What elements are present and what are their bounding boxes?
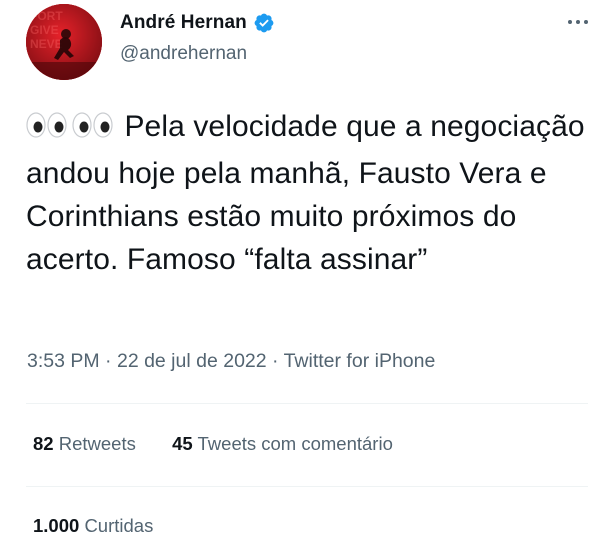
divider	[26, 403, 588, 404]
quote-tweets-label: Tweets com comentário	[197, 433, 393, 454]
likes-count: 1.000	[33, 515, 80, 536]
tweet-card: FORT GIVE NEVE André Hernan @andrehernan	[0, 0, 614, 550]
tweet-text: Pela velocidade que a negociação andou h…	[26, 105, 596, 281]
svg-text:FORT: FORT	[30, 9, 63, 23]
verified-badge-icon	[253, 12, 275, 34]
more-options-icon[interactable]	[558, 10, 598, 34]
tweet-source[interactable]: Twitter for iPhone	[284, 350, 436, 372]
likes-stat[interactable]: 1.000 Curtidas	[33, 515, 153, 537]
eyes-icon	[26, 109, 114, 152]
author-display-name[interactable]: André Hernan	[120, 12, 247, 34]
tweet-meta: 3:53 PM · 22 de jul de 2022 · Twitter fo…	[27, 350, 435, 373]
retweets-stat[interactable]: 82 Retweets	[33, 433, 136, 455]
stats-row-likes: 1.000 Curtidas	[33, 515, 153, 537]
tweet-time[interactable]: 3:53 PM	[27, 350, 100, 372]
divider	[26, 486, 588, 487]
avatar-image: FORT GIVE NEVE	[26, 4, 102, 80]
retweets-label: Retweets	[58, 433, 136, 454]
retweets-count: 82	[33, 433, 54, 454]
meta-separator: ·	[266, 350, 284, 372]
stats-row-retweets: 82 Retweets 45 Tweets com comentário	[33, 433, 393, 455]
likes-label: Curtidas	[84, 515, 154, 536]
meta-separator: ·	[99, 350, 117, 372]
svg-text:GIVE: GIVE	[30, 23, 59, 37]
avatar[interactable]: FORT GIVE NEVE	[26, 4, 102, 80]
author-handle[interactable]: @andrehernan	[120, 43, 247, 65]
quote-tweets-stat[interactable]: 45 Tweets com comentário	[172, 433, 393, 455]
quote-tweets-count: 45	[172, 433, 193, 454]
svg-text:NEVE: NEVE	[30, 37, 63, 51]
tweet-date[interactable]: 22 de jul de 2022	[117, 350, 267, 372]
author-name-row[interactable]: André Hernan	[120, 10, 275, 36]
